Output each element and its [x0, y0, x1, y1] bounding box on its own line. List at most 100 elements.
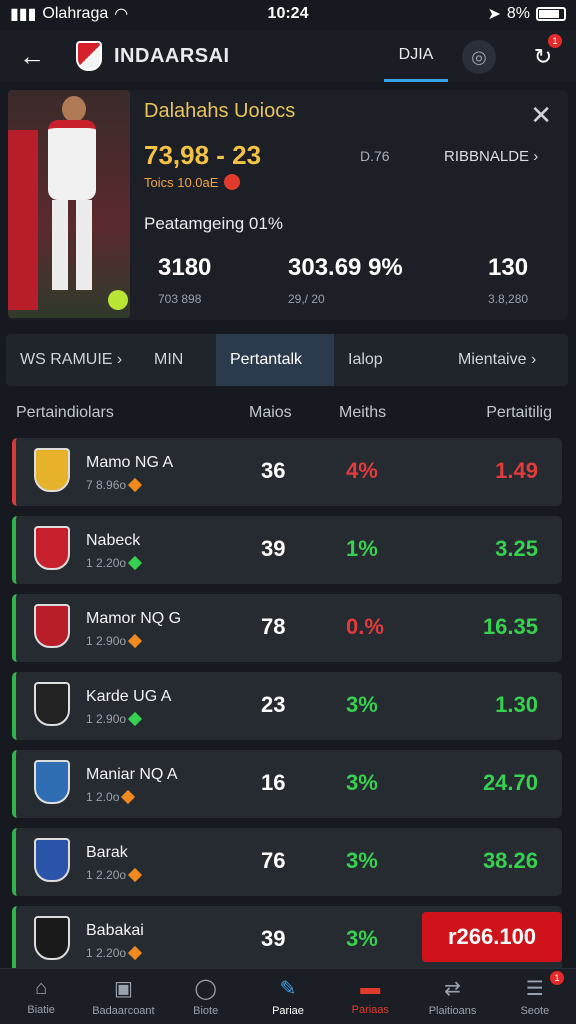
- globe-button[interactable]: ◎: [462, 40, 496, 74]
- odds-value[interactable]: 3.25: [495, 536, 538, 562]
- team-crest-icon: [34, 838, 70, 882]
- matches-value: 16: [261, 770, 286, 795]
- pct-value: 3%: [346, 692, 378, 717]
- nav-item[interactable]: ☰ Seote 1: [494, 969, 576, 1024]
- team-row[interactable]: Maniar NQ A 1 2.0o 16 3% 24.70: [12, 750, 562, 818]
- stats-icon: ▬: [360, 977, 381, 999]
- wifi-icon: ◠: [114, 6, 129, 23]
- status-left: ▮▮▮ Olahraga ◠: [10, 4, 128, 24]
- chevron-right-icon: ›: [530, 351, 537, 368]
- transfers-icon: ⇄: [444, 978, 461, 1000]
- home-icon: ⌂: [35, 977, 48, 999]
- player-head: [62, 96, 86, 122]
- odds-value[interactable]: 1.49: [495, 458, 538, 484]
- trend-diamond-icon: [127, 477, 143, 493]
- team-sub-label: 1 2.90o: [86, 634, 127, 648]
- odds-value[interactable]: 1.30: [495, 692, 538, 718]
- nav-item[interactable]: ▬ Pariaas: [329, 969, 411, 1024]
- tab-ws-ramuie[interactable]: WS RAMUIE ›: [6, 334, 140, 386]
- nav-item[interactable]: ⇄ Plaitioans: [411, 969, 493, 1024]
- column-header-odds: Pertaitilig: [486, 404, 552, 421]
- hero-details-link[interactable]: RIBBNALDE ›: [444, 148, 538, 165]
- hero-stat-value: 130: [488, 254, 529, 281]
- hero-stat-sub: 29,/ 20: [288, 292, 325, 306]
- tab-djia[interactable]: DJIA: [384, 30, 448, 82]
- hero-score: 73,98 - 23: [144, 140, 262, 170]
- carrier-label: Olahraga: [42, 5, 109, 22]
- team-sub-label: 1 2.20o: [86, 868, 127, 882]
- team-sub-label: 1 2.20o: [86, 946, 127, 960]
- team-row[interactable]: Karde UG A 1 2.90o 23 3% 1.30: [12, 672, 562, 740]
- nav-label: Pariae: [272, 1005, 304, 1017]
- team-crest-icon: [34, 526, 70, 570]
- status-right: ➤ 8%: [487, 4, 566, 24]
- status-time: 10:24: [267, 5, 309, 22]
- tab-ialop[interactable]: Ialop: [334, 334, 444, 386]
- team-row[interactable]: Mamor NQ G 1 2.90o 78 0.% 16.35: [12, 594, 562, 662]
- team-sub: 1 2.20o: [86, 867, 143, 883]
- pct-value: 0.%: [346, 614, 384, 639]
- tab-pertantalk[interactable]: Pertantalk: [216, 334, 334, 386]
- nav-label: Badaarcoant: [92, 1005, 155, 1017]
- matches-value: 36: [261, 458, 286, 483]
- battery-icon: [536, 7, 566, 21]
- team-crest-icon: [34, 448, 70, 492]
- tab-mientaive[interactable]: Mientaive ›: [444, 334, 568, 386]
- team-crest-icon: [34, 916, 70, 960]
- column-header-pct: Meiths: [339, 404, 387, 421]
- team-row[interactable]: Mamo NG A 7 8.96o 36 4% 1.49: [12, 438, 562, 506]
- team-crest-icon: [34, 682, 70, 726]
- team-sub-label: 7 8.96o: [86, 478, 127, 492]
- odds-button[interactable]: r266.100: [422, 912, 562, 962]
- team-name: Mamo NG A: [86, 454, 174, 471]
- trend-diamond-icon: [127, 945, 143, 961]
- nav-label: Seote: [520, 1005, 550, 1017]
- nav-item[interactable]: ✎ Pariae: [247, 969, 329, 1024]
- table-header: Pertaindiolars Maios Meiths Pertaitilig: [16, 404, 560, 428]
- globe-icon: ◎: [471, 46, 487, 67]
- odds-value[interactable]: 38.26: [483, 848, 538, 874]
- column-header-team: Pertaindiolars: [16, 404, 114, 421]
- team-sub-label: 1 2.0o: [86, 790, 120, 804]
- notification-button[interactable]: ↻ 1: [526, 34, 562, 74]
- trend-diamond-icon: [127, 555, 143, 571]
- matches-value: 39: [261, 926, 286, 951]
- nav-item[interactable]: ▣ Badaarcoant: [82, 969, 164, 1024]
- club-logo: [76, 41, 102, 71]
- nav-label: Biatie: [27, 1004, 55, 1016]
- team-sub: 1 2.20o: [86, 945, 143, 961]
- close-icon[interactable]: ✕: [530, 100, 552, 131]
- team-sub: 1 2.20o: [86, 555, 143, 571]
- team-row[interactable]: Babakai 1 2.20o 39 3% r266.100: [12, 906, 562, 974]
- hero-stat: 3180 703 898: [158, 254, 211, 306]
- player-legs: [52, 200, 92, 290]
- battery-percent: 8%: [506, 5, 530, 22]
- pct-value: 4%: [346, 458, 378, 483]
- location-icon: ➤: [487, 6, 501, 23]
- tab-min[interactable]: MIN: [140, 334, 216, 386]
- ball-icon: [108, 290, 128, 310]
- trend-diamond-icon: [127, 867, 143, 883]
- team-row[interactable]: Nabeck 1 2.20o 39 1% 3.25: [12, 516, 562, 584]
- team-sub: 1 2.90o: [86, 633, 143, 649]
- team-crest-icon: [34, 760, 70, 804]
- nav-item[interactable]: ◯ Biote: [165, 969, 247, 1024]
- team-crest-icon: [34, 604, 70, 648]
- pct-value: 3%: [346, 848, 378, 873]
- pct-value: 3%: [346, 770, 378, 795]
- pct-value: 1%: [346, 536, 378, 561]
- back-button[interactable]: ←: [12, 36, 52, 76]
- nav-badge: 1: [549, 971, 564, 985]
- odds-value[interactable]: 16.35: [483, 614, 538, 640]
- nav-label: Plaitioans: [428, 1005, 477, 1017]
- hero-small-label: Toics 10.0aE: [144, 174, 219, 190]
- status-bar: ▮▮▮ Olahraga ◠ 10:24 ➤ 8%: [0, 0, 576, 28]
- trend-diamond-icon: [121, 789, 136, 805]
- team-name: Maniar NQ A: [86, 766, 178, 783]
- odds-value[interactable]: 24.70: [483, 770, 538, 796]
- nav-label: Pariaas: [351, 1004, 389, 1016]
- nav-item[interactable]: ⌂ Biatie: [0, 969, 82, 1024]
- team-row[interactable]: Barak 1 2.20o 76 3% 38.26: [12, 828, 562, 896]
- player-shirt: [48, 120, 96, 200]
- matches-value: 78: [261, 614, 286, 639]
